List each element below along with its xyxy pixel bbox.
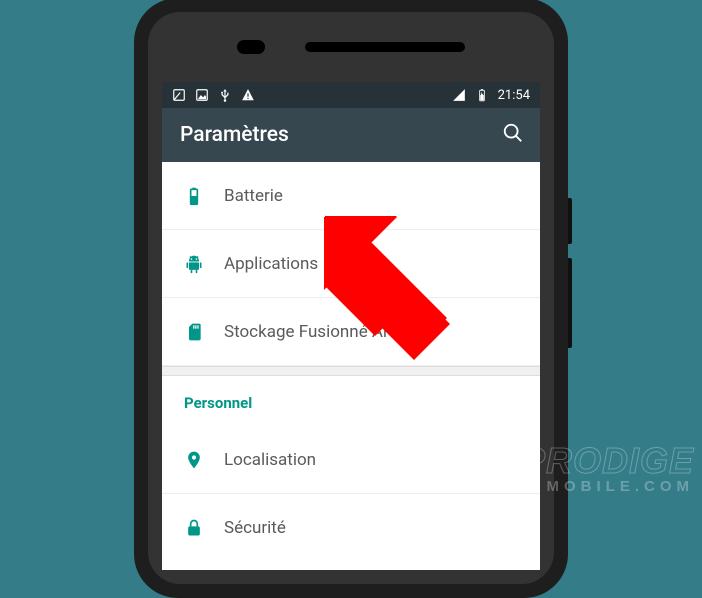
phone-earpiece xyxy=(148,12,554,82)
settings-item-battery[interactable]: Batterie xyxy=(162,162,540,230)
section-header-personal: Personnel xyxy=(162,376,540,426)
settings-item-label: Batterie xyxy=(224,186,283,206)
status-signal-icon xyxy=(452,88,466,102)
settings-list: Batterie Applications Stockage Fusionné … xyxy=(162,162,540,562)
android-icon xyxy=(184,254,224,274)
status-bar: 21:54 xyxy=(162,82,540,108)
settings-item-storage[interactable]: Stockage Fusionné Archos xyxy=(162,298,540,366)
sd-card-icon xyxy=(184,322,224,342)
power-button xyxy=(568,198,572,244)
page-title: Paramètres xyxy=(180,123,289,147)
settings-item-applications[interactable]: Applications xyxy=(162,230,540,298)
phone-frame: 21:54 Paramètres Batterie xyxy=(134,0,568,598)
section-divider xyxy=(162,366,540,376)
settings-item-location[interactable]: Localisation xyxy=(162,426,540,494)
volume-button xyxy=(568,258,572,348)
status-image-icon xyxy=(195,88,209,102)
settings-item-label: Applications xyxy=(224,254,318,274)
settings-item-label: Stockage Fusionné Archos xyxy=(224,322,425,342)
search-button[interactable] xyxy=(502,122,524,148)
status-clock: 21:54 xyxy=(498,88,530,103)
status-screenshot-icon xyxy=(172,88,186,102)
watermark: PRODIGE MOBILE.COM xyxy=(521,443,694,494)
watermark-line2: MOBILE.COM xyxy=(521,479,694,494)
phone-bezel: 21:54 Paramètres Batterie xyxy=(148,12,554,584)
battery-icon xyxy=(184,186,224,206)
watermark-line1: PRODIGE xyxy=(521,443,694,479)
status-usb-icon xyxy=(218,88,232,102)
status-warning-icon xyxy=(241,88,255,102)
lock-icon xyxy=(184,518,224,538)
phone-screen: 21:54 Paramètres Batterie xyxy=(162,82,540,570)
settings-item-label: Sécurité xyxy=(224,518,286,538)
app-bar: Paramètres xyxy=(162,108,540,162)
proximity-sensor xyxy=(237,40,265,54)
speaker-grille xyxy=(305,42,465,52)
status-battery-icon xyxy=(475,88,489,102)
location-icon xyxy=(184,450,224,470)
settings-item-label: Localisation xyxy=(224,450,316,470)
settings-item-security[interactable]: Sécurité xyxy=(162,494,540,562)
